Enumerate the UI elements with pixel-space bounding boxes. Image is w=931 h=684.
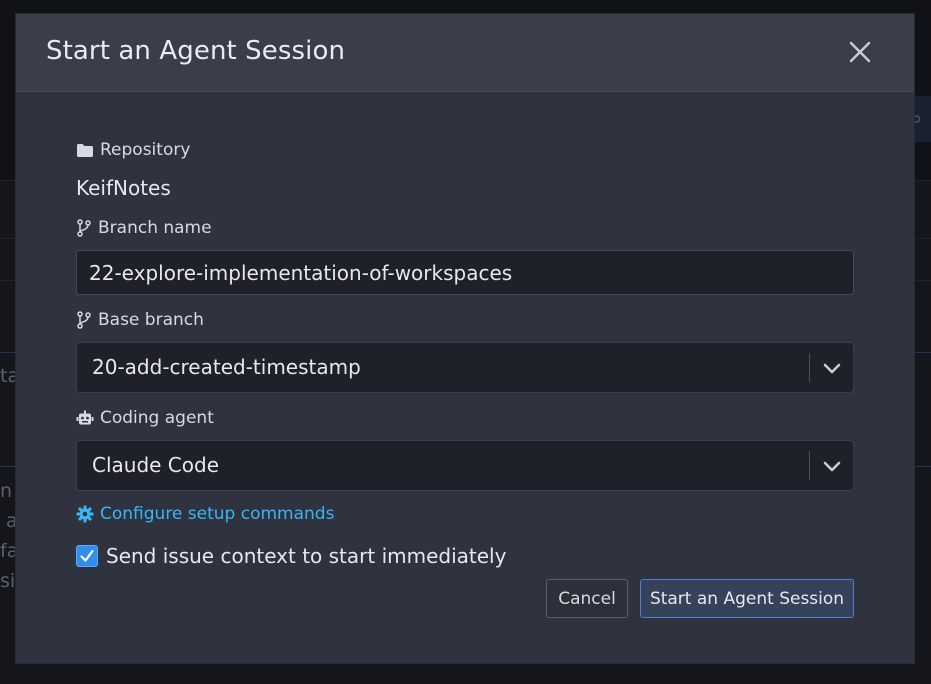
base-branch-label: Base branch — [76, 310, 204, 330]
dialog-title: Start an Agent Session — [46, 36, 346, 66]
background-text: si — [0, 570, 16, 592]
git-branch-icon — [77, 311, 91, 329]
select-separator — [809, 451, 810, 480]
chevron-down-icon[interactable] — [821, 457, 843, 475]
folder-icon — [77, 143, 93, 157]
cancel-button[interactable]: Cancel — [546, 579, 628, 618]
checkmark-icon — [80, 549, 94, 562]
gear-icon — [76, 505, 94, 523]
branch-name-input[interactable] — [76, 250, 854, 295]
repository-value: KeifNotes — [76, 176, 171, 200]
repository-label-text: Repository — [100, 140, 191, 160]
base-branch-select[interactable]: 20-add-created-timestamp — [76, 342, 854, 393]
dialog-header: Start an Agent Session — [16, 14, 914, 92]
start-agent-session-button[interactable]: Start an Agent Session — [640, 579, 854, 618]
select-separator — [809, 353, 810, 382]
close-button[interactable] — [844, 36, 876, 68]
close-icon — [849, 41, 871, 63]
chevron-down-icon[interactable] — [821, 359, 843, 377]
agent-session-dialog: Start an Agent Session Repository KeifNo… — [16, 14, 914, 663]
coding-agent-label: Coding agent — [76, 408, 214, 428]
git-branch-icon — [77, 219, 91, 237]
send-context-label[interactable]: Send issue context to start immediately — [106, 544, 506, 568]
robot-icon — [76, 410, 94, 425]
branch-name-label: Branch name — [76, 218, 212, 238]
coding-agent-label-text: Coding agent — [100, 408, 214, 428]
configure-setup-link[interactable]: Configure setup commands — [76, 504, 334, 524]
configure-setup-link-text: Configure setup commands — [100, 504, 335, 524]
coding-agent-value: Claude Code — [92, 453, 220, 477]
base-branch-value: 20-add-created-timestamp — [92, 355, 361, 379]
coding-agent-select[interactable]: Claude Code — [76, 440, 854, 491]
send-context-checkbox[interactable] — [76, 545, 98, 567]
base-branch-label-text: Base branch — [98, 310, 204, 330]
repository-label: Repository — [76, 140, 190, 160]
send-context-row: Send issue context to start immediately — [76, 544, 506, 568]
branch-name-label-text: Branch name — [98, 218, 212, 238]
